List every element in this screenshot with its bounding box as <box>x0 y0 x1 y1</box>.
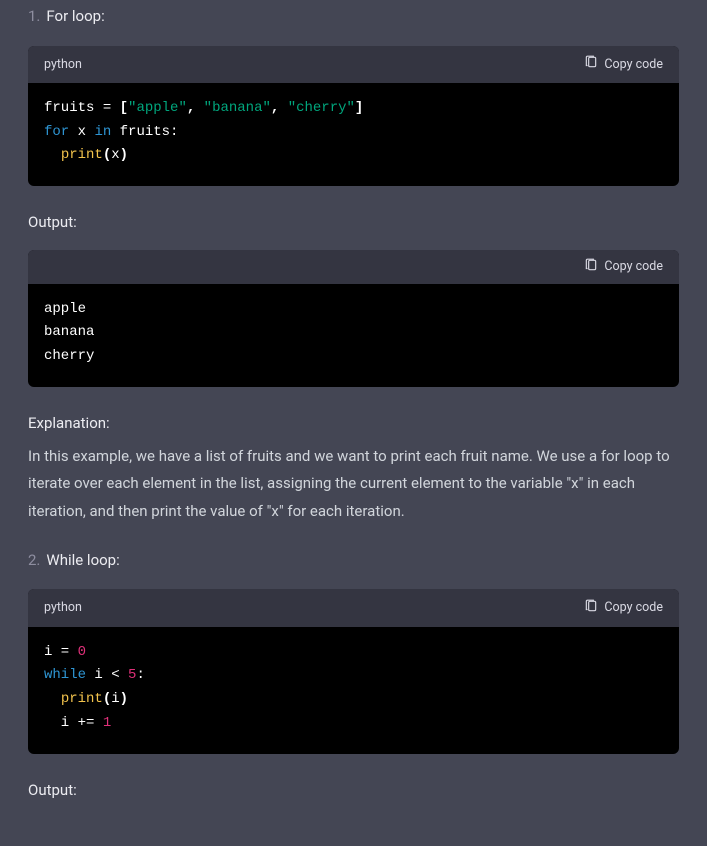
copy-label: Copy code <box>604 600 663 615</box>
explanation-text: In this example, we have a list of fruit… <box>28 443 679 526</box>
output-label: Output: <box>28 210 679 236</box>
list-number: 2. <box>28 548 40 574</box>
list-heading: 2. While loop: <box>28 548 679 574</box>
copy-code-button[interactable]: Copy code <box>584 599 663 617</box>
clipboard-icon <box>584 258 598 276</box>
clipboard-icon <box>584 599 598 617</box>
copy-code-button[interactable]: Copy code <box>584 258 663 276</box>
list-title: While loop: <box>46 548 119 574</box>
code-header: Copy code <box>28 250 679 284</box>
copy-label: Copy code <box>604 259 663 274</box>
output-block-for: Copy code apple banana cherry <box>28 250 679 387</box>
code-block-while: python Copy code i = 0 while i < 5: prin… <box>28 589 679 753</box>
code-header: python Copy code <box>28 589 679 626</box>
list-item-while-loop: 2. While loop: python Copy code i = 0 wh… <box>28 548 679 803</box>
list-title: For loop: <box>46 4 104 30</box>
output-label: Output: <box>28 778 679 804</box>
clipboard-icon <box>584 55 598 73</box>
code-block-for: python Copy code fruits = ["apple", "ban… <box>28 46 679 187</box>
list-heading: 1. For loop: <box>28 4 679 30</box>
code-language-label: python <box>44 54 82 75</box>
code-language-label: python <box>44 597 82 618</box>
list-number: 1. <box>28 4 40 30</box>
code-content: fruits = ["apple", "banana", "cherry"] f… <box>28 83 679 186</box>
copy-label: Copy code <box>604 57 663 72</box>
copy-code-button[interactable]: Copy code <box>584 55 663 73</box>
explanation-label: Explanation: <box>28 411 679 437</box>
explanation-section: Explanation: In this example, we have a … <box>28 411 679 526</box>
code-header: python Copy code <box>28 46 679 83</box>
code-content: i = 0 while i < 5: print(i) i += 1 <box>28 627 679 754</box>
output-content: apple banana cherry <box>28 284 679 387</box>
list-item-for-loop: 1. For loop: python Copy code fruits = [… <box>28 4 679 526</box>
